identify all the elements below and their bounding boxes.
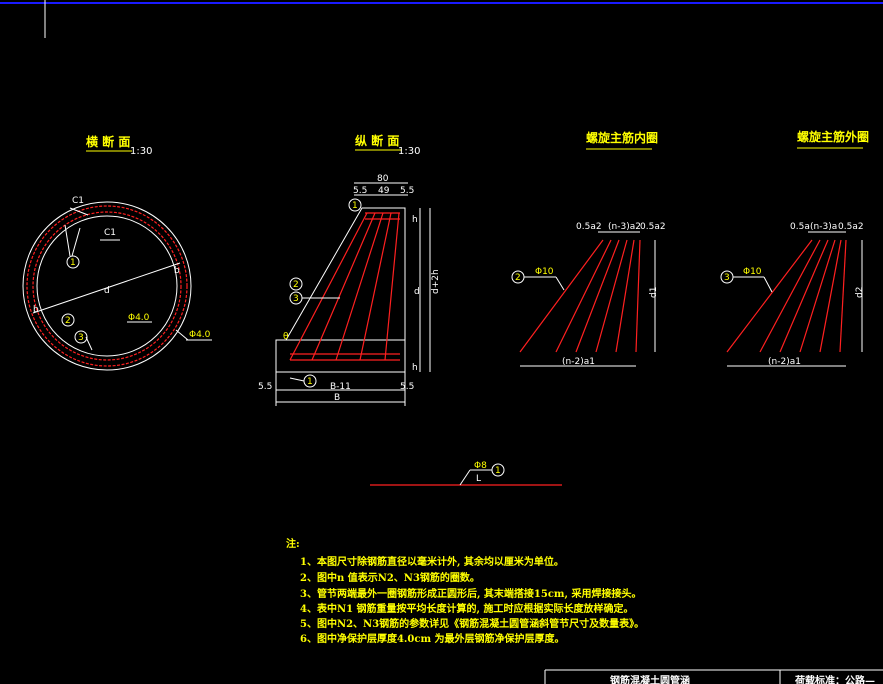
outer-rebar-3 [779, 239, 829, 353]
c1-dim-line [69, 207, 89, 216]
inner-top-mid: (n-3)a2 [608, 222, 641, 232]
long-marker-1-top-text: 1 [352, 201, 358, 211]
c1-label: C1 [72, 196, 84, 206]
h-bot-label: h [412, 363, 418, 373]
top-mid-label: 49 [378, 186, 390, 196]
top-right-label: 5.5 [400, 186, 414, 196]
cross-section-title: 横 断 面 [86, 134, 130, 149]
note-5: 5、图中N2、N3钢筋的参数详见《钢筋混凝土圆管涵斜管节尺寸及数量表》。 [300, 617, 644, 630]
note-1: 1、本图尺寸除钢筋直径以毫米计外, 其余均以厘米为单位。 [300, 555, 564, 568]
thickness-label-right: b [174, 266, 180, 276]
long-marker-1-leader [289, 377, 305, 382]
d-label: d [414, 287, 420, 297]
long-marker-1-bottom-text: 1 [307, 377, 313, 387]
outer-rebar-5 [819, 239, 842, 353]
stirrup-phi-label: Φ8 [474, 461, 487, 471]
longitudinal-view: 纵 断 面 1:30 80 5.5 49 5.5 1 h d d+2h h 2 … [258, 133, 441, 406]
inner-height-label: d1 [649, 287, 659, 298]
phi-outer-label: Φ4.0 [189, 330, 211, 340]
outer-bottom-label: (n-2)a1 [768, 357, 801, 367]
note-3: 3、管节两端最外一圈钢筋形成正圆形后, 其末端搭接15cm, 采用焊接接头。 [300, 587, 641, 600]
drawing-canvas: 横 断 面 1:30 d b b C1 C1 1 2 3 Φ4.0 Φ4.0 纵… [0, 0, 883, 684]
inner-bottom-label: (n-2)a1 [562, 357, 595, 367]
bottom-total-label: B [334, 393, 340, 403]
outer-height-label: d2 [855, 287, 865, 298]
inner-rebar-3 [575, 239, 620, 353]
longitudinal-title: 纵 断 面 [355, 133, 399, 148]
stirrup-length-label: L [476, 474, 481, 484]
leader-3 [85, 336, 93, 351]
bot-right-label: 5.5 [400, 382, 414, 392]
cross-section-scale: 1:30 [130, 146, 152, 157]
drawing-name: 钢筋混凝土圆管涵 [610, 674, 690, 684]
cross-section-view: 横 断 面 1:30 d b b C1 C1 1 2 3 Φ4.0 Φ4.0 [22, 134, 212, 371]
inner-marker-2-text: 2 [515, 273, 521, 283]
top-total-label: 80 [377, 174, 389, 184]
diag-rebar-5 [384, 212, 400, 361]
notes-block: 注: 1、本图尺寸除钢筋直径以毫米计外, 其余均以厘米为单位。 2、图中n 值表… [286, 537, 644, 645]
note-2: 2、图中n 值表示N2、N3钢筋的圈数。 [300, 571, 480, 584]
outer-top-right: 0.5a2 [838, 222, 864, 232]
inner-phi-label: Φ10 [535, 267, 554, 277]
inner-top-right: 0.5a2 [640, 222, 666, 232]
inner-rebar-5 [615, 239, 635, 353]
bot-left-label: 5.5 [258, 382, 272, 392]
title-block: 钢筋混凝土圆管涵 荷载标准：公路— [544, 669, 883, 684]
long-marker-2-text: 2 [293, 280, 299, 290]
longitudinal-scale: 1:30 [398, 146, 420, 157]
inner-spiral-title: 螺旋主筋内圈 [586, 130, 658, 145]
note-6: 6、图中净保护层厚度4.0cm 为最外层钢筋净保护层厚度。 [300, 632, 565, 645]
outer-spiral-title: 螺旋主筋外圈 [797, 129, 869, 144]
thickness-label-left: b [33, 305, 39, 315]
outer-phi-leader [763, 276, 773, 293]
load-standard: 荷载标准：公路— [794, 674, 875, 684]
phi-outer-leader [175, 329, 189, 341]
inner-top-left: 0.5a2 [576, 222, 602, 232]
notes-heading: 注: [286, 537, 300, 550]
stirrup-marker-1-text: 1 [495, 466, 501, 476]
leader-1a [64, 224, 71, 257]
c1b-label: C1 [104, 228, 116, 238]
top-left-label: 5.5 [353, 186, 367, 196]
outer-marker-3-text: 3 [724, 273, 730, 283]
outer-top-mid: (n-3)a [810, 222, 837, 232]
inner-rebar-1 [519, 239, 604, 353]
bottom-inner-label: B-11 [330, 382, 351, 392]
h-top-label: h [412, 215, 418, 225]
long-marker-3-text: 3 [293, 294, 299, 304]
inner-rebar-6 [635, 239, 641, 353]
leader-1b [71, 227, 81, 257]
diameter-label: d [104, 286, 110, 296]
stirrup-n1-view: Φ8 L 1 [370, 461, 562, 486]
outer-rebar-6 [839, 239, 847, 353]
inner-phi-leader [555, 276, 565, 291]
marker-1-text: 1 [70, 258, 76, 268]
d-plus-label: d+2h [431, 269, 441, 294]
outer-spiral-view: 螺旋主筋外圈 0.5a (n-3)a 0.5a2 3 Φ10 (n-2)a1 d… [720, 129, 869, 367]
outer-phi-label: Φ10 [743, 267, 762, 277]
angle-label: θ [283, 332, 289, 342]
inner-rebar-2 [555, 239, 612, 353]
note-4: 4、表中N1 钢筋重量按平均长度计算的, 施工时应根据实际长度放样确定。 [300, 602, 634, 615]
marker-2-text: 2 [65, 316, 71, 326]
stirrup-leader [459, 469, 471, 486]
outer-rebar-4 [799, 239, 836, 353]
inner-spiral-view: 螺旋主筋内圈 0.5a2 (n-3)a2 0.5a2 2 Φ10 (n-2)a1… [511, 130, 666, 367]
outer-top-left: 0.5a [790, 222, 810, 232]
inner-rebar-4 [595, 239, 628, 353]
marker-3-text: 3 [78, 333, 84, 343]
